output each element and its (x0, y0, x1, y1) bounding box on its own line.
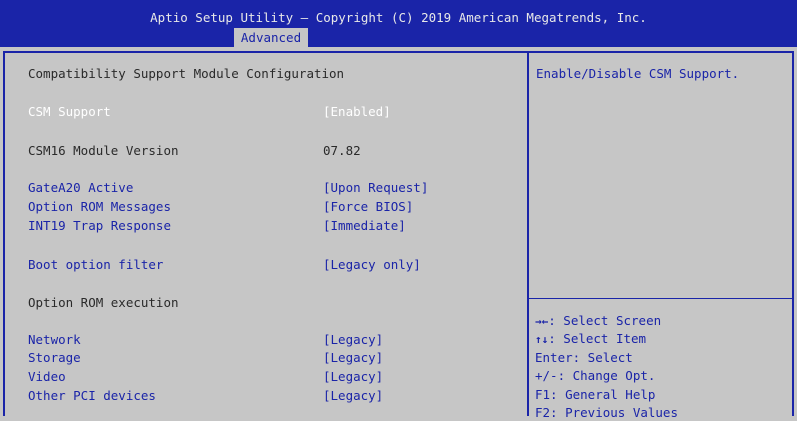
setting-label: Other PCI devices (28, 388, 156, 403)
left-right-arrows-icon: →← (535, 315, 549, 328)
setting-label: Video (28, 369, 66, 384)
help-description: Enable/Disable CSM Support. (536, 66, 740, 81)
setting-label: CSM Support (28, 104, 111, 119)
setting-value[interactable]: [Legacy] (323, 350, 383, 366)
title-bar: Aptio Setup Utility – Copyright (C) 2019… (0, 0, 797, 47)
tab-advanced[interactable]: Advanced (234, 28, 308, 47)
setting-value[interactable]: [Force BIOS] (323, 199, 413, 215)
setting-value[interactable]: [Legacy] (323, 369, 383, 385)
key-hint-previous-values: F2: Previous Values (535, 405, 678, 420)
setting-label: INT19 Trap Response (28, 218, 171, 233)
app-title: Aptio Setup Utility – Copyright (C) 2019… (150, 10, 647, 25)
setting-label: Option ROM Messages (28, 199, 171, 214)
setting-value[interactable]: [Upon Request] (323, 180, 428, 196)
key-hint-select-item: ↑↓: Select Item (535, 331, 647, 346)
key-hint-enter: Enter: Select (535, 350, 633, 365)
key-hint-change-opt: +/-: Change Opt. (535, 368, 656, 383)
setting-label: CSM16 Module Version (28, 143, 179, 158)
up-down-arrows-icon: ↑↓ (535, 333, 549, 346)
setting-value[interactable]: [Legacy only] (323, 257, 421, 273)
setting-label: Storage (28, 350, 81, 365)
setting-label: Option ROM execution (28, 295, 179, 310)
setting-value[interactable]: [Enabled] (323, 104, 391, 120)
setting-label: Boot option filter (28, 257, 164, 272)
key-hint-general-help: F1: General Help (535, 387, 656, 402)
help-separator (529, 298, 792, 299)
setting-value[interactable]: [Legacy] (323, 388, 383, 404)
setting-label: GateA20 Active (28, 180, 134, 195)
panel-divider (527, 53, 529, 416)
setting-value[interactable]: [Legacy] (323, 332, 383, 348)
setting-value[interactable]: [Immediate] (323, 218, 406, 234)
key-hint-select-screen: →←: Select Screen (535, 313, 662, 328)
setting-label: Network (28, 332, 81, 347)
setting-value: 07.82 (323, 143, 361, 158)
